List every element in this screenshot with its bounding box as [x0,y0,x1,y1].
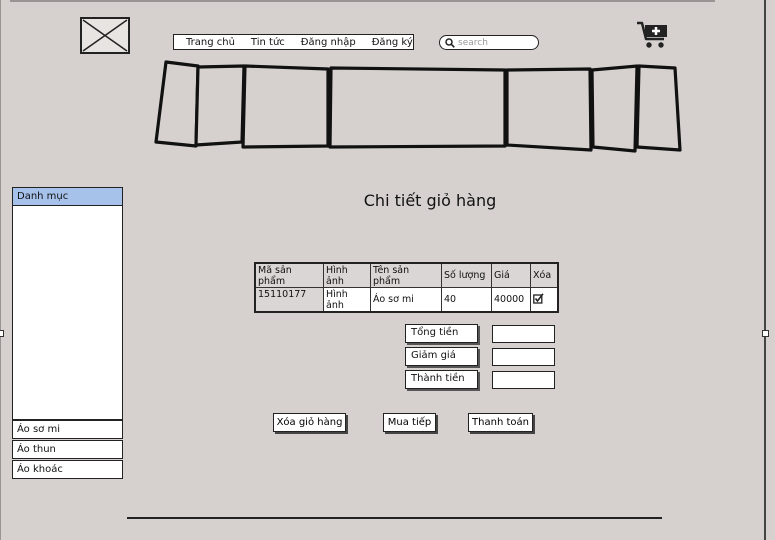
category-list [12,206,123,420]
image-carousel[interactable] [150,58,685,154]
page-title: Chi tiết giỏ hàng [363,191,497,210]
table-row: 15110177 Hình ảnh Áo sơ mi 40 40000 [254,287,559,313]
category-sidebar-header: Danh mục [12,187,123,206]
discount-field[interactable] [492,348,555,366]
carousel-slide [154,60,200,148]
footer-divider [127,517,662,519]
carousel-slide [635,64,682,152]
search-box[interactable] [439,35,539,50]
search-input[interactable] [455,37,533,48]
cell-product-name: Áo sơ mi [370,287,442,313]
carousel-slide [505,67,593,152]
cell-delete [530,287,559,313]
column-header-image: Hình ảnh [323,262,371,288]
nav-register-link[interactable]: Đăng ký [372,37,413,48]
column-header-product-name: Tên sản phẩm [370,262,442,288]
resize-handle-right[interactable] [762,330,769,337]
total-field[interactable] [492,325,555,343]
logo-placeholder-image [80,17,130,54]
cell-price: 40000 [491,287,531,313]
column-header-delete: Xóa [530,262,559,288]
carousel-slide [328,66,507,149]
window-right-border [764,0,766,540]
checkout-button[interactable]: Thanh toán [468,413,533,432]
search-icon [445,37,455,48]
carousel-slide [590,64,639,153]
carousel-slide [241,64,330,149]
cell-product-code: 15110177 [254,287,324,313]
add-to-cart-icon[interactable] [636,20,670,50]
resize-handle-left[interactable] [0,330,4,337]
final-amount-label: Thành tiền [405,370,478,389]
column-header-product-code: Mã sản phẩm [254,262,324,288]
nav-home-link[interactable]: Trang chủ [186,37,235,48]
window-top-border [10,0,715,2]
clear-cart-button[interactable]: Xóa giỏ hàng [273,413,346,432]
nav-news-link[interactable]: Tin tức [251,37,285,48]
category-item-shirt[interactable]: Áo sơ mi [12,420,123,439]
category-item-tshirt[interactable]: Áo thun [12,440,123,459]
carousel-slide [194,64,246,147]
window-left-border [0,0,1,540]
cell-image: Hình ảnh [323,287,371,313]
nav-login-link[interactable]: Đăng nhập [301,37,356,48]
continue-shopping-button[interactable]: Mua tiếp [383,413,436,432]
column-header-price: Giá [491,262,531,288]
total-label: Tổng tiền [405,324,478,343]
final-amount-field[interactable] [492,371,555,389]
top-nav-bar: Trang chủ Tin tức Đăng nhập Đăng ký [173,34,414,50]
delete-checkbox[interactable] [533,292,544,304]
cart-table: Mã sản phẩm Hình ảnh Tên sản phẩm Số lượ… [254,262,559,313]
discount-label: Giảm giá [405,347,478,366]
column-header-quantity: Số lượng [441,262,492,288]
category-item-jacket[interactable]: Áo khoác [12,460,123,479]
cell-quantity[interactable]: 40 [441,287,492,313]
